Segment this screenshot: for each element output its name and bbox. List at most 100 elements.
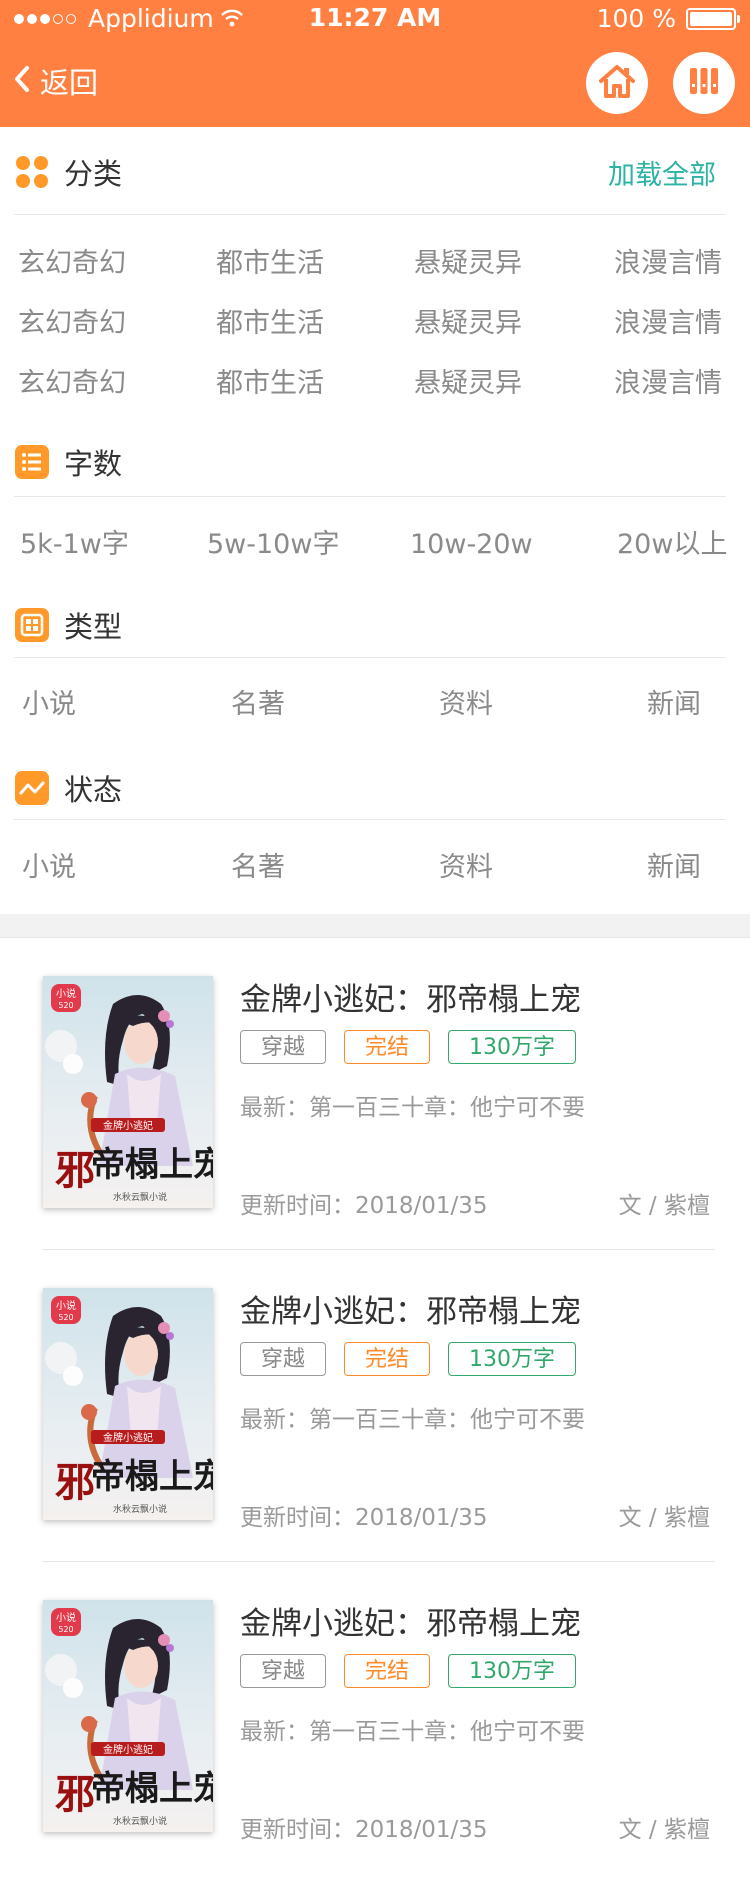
word-count-row: 5k-1w字 5w-10w字 10w-20w 20w以上 bbox=[0, 520, 750, 570]
latest-chapter: 最新：第一百三十章：他宁可不要 bbox=[240, 1407, 585, 1433]
divider bbox=[14, 496, 726, 497]
genre-tag: 穿越 bbox=[240, 1342, 327, 1376]
svg-text:520: 520 bbox=[58, 1625, 73, 1634]
category-option[interactable]: 玄幻奇幻 bbox=[18, 299, 126, 349]
status-tag: 完结 bbox=[344, 1030, 431, 1064]
bookshelf-button[interactable] bbox=[673, 52, 735, 114]
svg-text:520: 520 bbox=[58, 1001, 73, 1010]
filter-panel: 分类 加载全部 玄幻奇幻 都市生活 悬疑灵异 浪漫言情 玄幻奇幻 都市生活 悬疑… bbox=[0, 127, 750, 914]
list-icon bbox=[14, 444, 50, 480]
load-all-link[interactable]: 加载全部 bbox=[608, 153, 716, 192]
bookshelf-icon bbox=[686, 64, 722, 102]
home-button[interactable] bbox=[586, 52, 648, 114]
category-option[interactable]: 浪漫言情 bbox=[614, 239, 722, 289]
word-count-title: 字数 bbox=[64, 447, 123, 481]
cover-illustration: 金牌小逃妃 邪 帝榻上宠 水秋云飘小说 小说 520 bbox=[43, 1288, 213, 1520]
status-tag: 完结 bbox=[344, 1654, 431, 1688]
latest-chapter: 最新：第一百三十章：他宁可不要 bbox=[240, 1095, 585, 1121]
book-tags: 穿越 完结 130万字 bbox=[240, 1654, 577, 1688]
category-title: 分类 bbox=[64, 157, 123, 191]
book-cover[interactable]: 金牌小逃妃 邪 帝榻上宠 水秋云飘小说 小说 520 bbox=[43, 1288, 213, 1520]
word-count-tag: 130万字 bbox=[448, 1654, 577, 1688]
category-option[interactable]: 都市生活 bbox=[216, 239, 324, 289]
author: 文 / 紫檀 bbox=[618, 1505, 710, 1531]
category-option[interactable]: 浪漫言情 bbox=[614, 359, 722, 409]
svg-text:帝榻上宠: 帝榻上宠 bbox=[91, 1145, 213, 1185]
type-option[interactable]: 新闻 bbox=[647, 680, 701, 730]
category-row: 玄幻奇幻 都市生活 悬疑灵异 浪漫言情 bbox=[0, 359, 750, 409]
grid-icon bbox=[14, 154, 50, 190]
status-option[interactable]: 小说 bbox=[22, 843, 76, 893]
home-icon bbox=[597, 62, 637, 104]
genre-tag: 穿越 bbox=[240, 1654, 327, 1688]
svg-text:水秋云飘小说: 水秋云飘小说 bbox=[113, 1503, 167, 1515]
category-option[interactable]: 悬疑灵异 bbox=[414, 239, 522, 289]
cover-illustration: 金牌小逃妃 邪 帝榻上宠 水秋云飘小说 小说 520 bbox=[43, 976, 213, 1208]
category-option[interactable]: 都市生活 bbox=[216, 359, 324, 409]
category-option[interactable]: 玄幻奇幻 bbox=[18, 359, 126, 409]
word-count-option[interactable]: 5w-10w字 bbox=[207, 520, 339, 570]
word-count-tag: 130万字 bbox=[448, 1342, 577, 1376]
word-count-tag: 130万字 bbox=[448, 1030, 577, 1064]
status-tag: 完结 bbox=[344, 1342, 431, 1376]
category-row: 玄幻奇幻 都市生活 悬疑灵异 浪漫言情 bbox=[0, 239, 750, 289]
category-option[interactable]: 悬疑灵异 bbox=[414, 359, 522, 409]
svg-text:金牌小逃妃: 金牌小逃妃 bbox=[103, 1743, 153, 1756]
category-option[interactable]: 玄幻奇幻 bbox=[18, 239, 126, 289]
divider bbox=[14, 819, 726, 820]
type-option[interactable]: 资料 bbox=[439, 680, 493, 730]
book-list: 金牌小逃妃 邪 帝榻上宠 水秋云飘小说 小说 520 金牌小逃妃：邪帝榻上宠 穿… bbox=[0, 937, 750, 1895]
status-header: 状态 bbox=[14, 765, 726, 811]
type-row: 小说 名著 资料 新闻 bbox=[0, 680, 750, 730]
status-row: 小说 名著 资料 新闻 bbox=[0, 843, 750, 893]
back-button[interactable]: 返回 bbox=[12, 58, 98, 104]
book-cover[interactable]: 金牌小逃妃 邪 帝榻上宠 水秋云飘小说 小说 520 bbox=[43, 1600, 213, 1832]
category-option[interactable]: 浪漫言情 bbox=[614, 299, 722, 349]
svg-text:帝榻上宠: 帝榻上宠 bbox=[91, 1457, 213, 1497]
type-option[interactable]: 名著 bbox=[231, 680, 285, 730]
svg-text:金牌小逃妃: 金牌小逃妃 bbox=[103, 1119, 153, 1132]
book-cover[interactable]: 金牌小逃妃 邪 帝榻上宠 水秋云飘小说 小说 520 bbox=[43, 976, 213, 1208]
category-option[interactable]: 悬疑灵异 bbox=[414, 299, 522, 349]
word-count-header: 字数 bbox=[14, 439, 726, 485]
svg-text:邪: 邪 bbox=[55, 1147, 95, 1194]
app-header: Applidium 11:27 AM 100 % 返回 bbox=[0, 0, 750, 127]
category-option[interactable]: 都市生活 bbox=[216, 299, 324, 349]
book-item[interactable]: 金牌小逃妃 邪 帝榻上宠 水秋云飘小说 小说 520 金牌小逃妃：邪帝榻上宠 穿… bbox=[0, 938, 750, 1250]
trend-icon bbox=[14, 770, 50, 806]
battery-percent: 100 % bbox=[596, 4, 676, 33]
svg-text:小说: 小说 bbox=[56, 1611, 76, 1624]
word-count-option[interactable]: 10w-20w bbox=[410, 520, 533, 570]
divider bbox=[14, 214, 726, 215]
cover-illustration: 金牌小逃妃 邪 帝榻上宠 水秋云飘小说 小说 520 bbox=[43, 1600, 213, 1832]
book-item[interactable]: 金牌小逃妃 邪 帝榻上宠 水秋云飘小说 小说 520 金牌小逃妃：邪帝榻上宠 穿… bbox=[0, 1562, 750, 1874]
book-item[interactable]: 金牌小逃妃 邪 帝榻上宠 水秋云飘小说 小说 520 金牌小逃妃：邪帝榻上宠 穿… bbox=[0, 1250, 750, 1562]
book-title[interactable]: 金牌小逃妃：邪帝榻上宠 bbox=[240, 1598, 581, 1643]
word-count-option[interactable]: 20w以上 bbox=[617, 520, 727, 570]
battery-icon bbox=[686, 7, 740, 30]
author: 文 / 紫檀 bbox=[618, 1817, 710, 1843]
divider bbox=[14, 657, 726, 658]
svg-text:520: 520 bbox=[58, 1313, 73, 1322]
status-title: 状态 bbox=[64, 773, 123, 807]
category-row: 玄幻奇幻 都市生活 悬疑灵异 浪漫言情 bbox=[0, 299, 750, 349]
svg-text:金牌小逃妃: 金牌小逃妃 bbox=[103, 1431, 153, 1444]
author: 文 / 紫檀 bbox=[618, 1193, 710, 1219]
svg-text:邪: 邪 bbox=[55, 1771, 95, 1818]
word-count-option[interactable]: 5k-1w字 bbox=[20, 520, 129, 570]
update-time: 更新时间：2018/01/35 bbox=[240, 1505, 488, 1531]
latest-chapter: 最新：第一百三十章：他宁可不要 bbox=[240, 1719, 585, 1745]
book-title[interactable]: 金牌小逃妃：邪帝榻上宠 bbox=[240, 974, 581, 1019]
status-option[interactable]: 资料 bbox=[439, 843, 493, 893]
book-tags: 穿越 完结 130万字 bbox=[240, 1030, 577, 1064]
book-title[interactable]: 金牌小逃妃：邪帝榻上宠 bbox=[240, 1286, 581, 1331]
status-option[interactable]: 名著 bbox=[231, 843, 285, 893]
svg-text:水秋云飘小说: 水秋云飘小说 bbox=[113, 1815, 167, 1827]
type-option[interactable]: 小说 bbox=[22, 680, 76, 730]
status-option[interactable]: 新闻 bbox=[647, 843, 701, 893]
svg-text:水秋云飘小说: 水秋云飘小说 bbox=[113, 1191, 167, 1203]
book-tags: 穿越 完结 130万字 bbox=[240, 1342, 577, 1376]
status-bar: Applidium 11:27 AM 100 % bbox=[0, 0, 750, 38]
type-title: 类型 bbox=[64, 610, 123, 644]
svg-text:小说: 小说 bbox=[56, 987, 76, 1000]
